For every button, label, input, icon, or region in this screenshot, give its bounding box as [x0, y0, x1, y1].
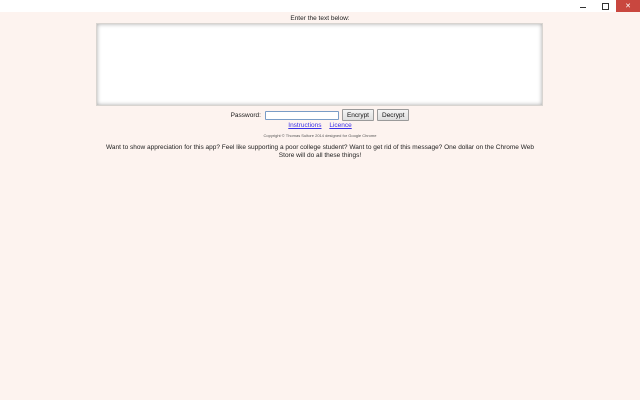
controls-row: Password: Encrypt Decrypt: [0, 109, 640, 121]
password-label: Password:: [230, 111, 261, 119]
window-titlebar: ✕: [0, 0, 640, 12]
encrypt-button[interactable]: Encrypt: [341, 109, 374, 121]
close-icon[interactable]: ✕: [616, 0, 640, 12]
maximize-icon[interactable]: [594, 0, 616, 12]
password-input[interactable]: [264, 110, 339, 120]
copyright-text: Copyright © Thomas Sultore 2014 designed…: [263, 133, 377, 138]
support-message: Want to show appreciation for this app? …: [106, 144, 534, 159]
text-prompt-label: Enter the text below:: [290, 15, 350, 22]
text-area-container: [96, 23, 543, 106]
links-row: Instructions Licence: [0, 122, 640, 129]
minimize-icon[interactable]: [572, 0, 594, 12]
decrypt-button[interactable]: Decrypt: [377, 109, 410, 121]
licence-link[interactable]: Licence: [329, 122, 351, 129]
instructions-link[interactable]: Instructions: [288, 122, 321, 129]
message-textarea[interactable]: [97, 24, 542, 105]
